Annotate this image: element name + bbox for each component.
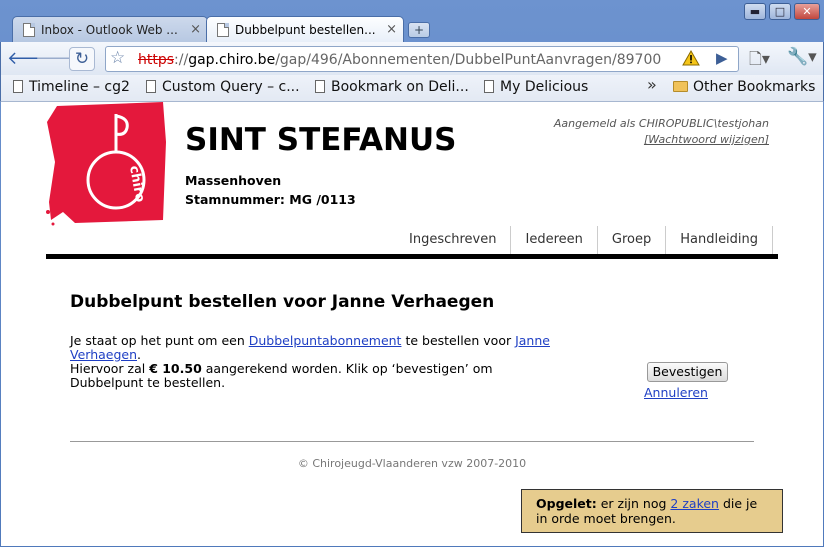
url-text[interactable]: https://gap.chiro.be/gap/496/Abonnemente…: [138, 52, 661, 68]
forward-arrow-icon[interactable]: 🡒: [35, 47, 83, 71]
issues-link[interactable]: 2 zaken: [670, 496, 719, 511]
close-tab-icon[interactable]: ×: [190, 22, 201, 37]
subscription-link[interactable]: Dubbelpuntabonnement: [249, 333, 402, 348]
address-bar[interactable]: ☆ https://gap.chiro.be/gap/496/Abonnemen…: [105, 46, 739, 72]
browser-window: Inbox - Outlook Web ... × Dubbelpunt bes…: [0, 0, 824, 547]
other-bookmarks[interactable]: Other Bookmarks: [673, 79, 815, 95]
folder-icon: [673, 81, 688, 92]
bookmark-label: Custom Query – c...: [162, 79, 300, 95]
change-password-link[interactable]: [Wachtwoord wijzigen]: [644, 133, 769, 146]
bookmark-item[interactable]: My Delicious: [484, 79, 588, 95]
main-nav: Ingeschreven Iedereen Groep Handleiding: [395, 226, 774, 254]
notice-label: Opgelet:: [536, 496, 597, 511]
text-part: .: [137, 347, 141, 362]
warning-icon[interactable]: [682, 50, 700, 66]
tab-dubbelpunt[interactable]: Dubbelpunt bestellen... ×: [206, 16, 404, 42]
page-icon: [315, 80, 325, 93]
tab-outlook[interactable]: Inbox - Outlook Web ... ×: [12, 16, 208, 42]
footer-copyright: © Chirojeugd-Vlaanderen vzw 2007-2010: [297, 457, 527, 470]
tab-label: Inbox - Outlook Web ...: [41, 22, 178, 37]
page-icon: [217, 23, 229, 37]
star-icon[interactable]: ☆: [110, 48, 125, 68]
nav-groep[interactable]: Groep: [598, 226, 667, 254]
confirm-button[interactable]: Bevestigen: [647, 362, 728, 382]
tab-strip: Inbox - Outlook Web ... × Dubbelpunt bes…: [0, 0, 824, 42]
page-icon: [484, 80, 494, 93]
reload-icon[interactable]: ↻: [69, 47, 95, 71]
notice-text: er zijn nog: [596, 496, 671, 511]
bookmarks-bar: Timeline – cg2 Custom Query – c... Bookm…: [0, 75, 824, 102]
new-tab-button[interactable]: +: [408, 22, 430, 38]
page-menu-icon[interactable]: 🗋▾: [749, 48, 770, 75]
back-arrow-icon[interactable]: 🡐: [7, 47, 55, 71]
url-scheme: https: [138, 52, 175, 68]
site-title: SINT STEFANUS: [185, 122, 457, 158]
login-info: Aangemeld als CHIROPUBLIC\testjohan [Wac…: [554, 116, 769, 148]
nav-iedereen[interactable]: Iedereen: [511, 226, 598, 254]
bookmark-label: My Delicious: [500, 79, 589, 95]
notice-box: Opgelet: er zijn nog 2 zaken die je in o…: [521, 489, 783, 533]
tab-label: Dubbelpunt bestellen...: [235, 22, 376, 37]
bookmarks-overflow-icon[interactable]: »: [647, 75, 657, 94]
cancel-link[interactable]: Annuleren: [644, 385, 708, 400]
order-description: Je staat op het punt om een Dubbelpuntab…: [70, 334, 560, 390]
url-separator: ://: [174, 52, 189, 68]
text-part: Je staat op het punt om een: [70, 333, 249, 348]
text-part: Hiervoor zal: [70, 361, 150, 376]
group-info: Massenhoven Stamnummer: MG /0113: [185, 171, 356, 209]
maximize-button[interactable]: □: [769, 3, 791, 20]
bookmark-label: Timeline – cg2: [29, 79, 130, 95]
page-heading: Dubbelpunt bestellen voor Janne Verhaege…: [70, 292, 495, 312]
url-path: /gap/496/Abonnementen/DubbelPuntAanvrage…: [275, 52, 662, 68]
group-location: Massenhoven: [185, 173, 282, 188]
close-tab-icon[interactable]: ×: [386, 22, 397, 37]
page-icon: [23, 23, 35, 37]
bookmark-label: Bookmark on Deli...: [331, 79, 469, 95]
page-content: chiro SINT STEFANUS Massenhoven Stamnumm…: [1, 102, 823, 546]
nav-handleiding[interactable]: Handleiding: [666, 226, 774, 254]
page-icon: [146, 80, 156, 93]
text-part: te bestellen voor: [401, 333, 516, 348]
price-amount: € 10.50: [149, 361, 202, 376]
window-close-button[interactable]: ✕: [794, 3, 820, 20]
go-arrow-icon[interactable]: ▶: [716, 49, 728, 67]
bookmark-item[interactable]: Bookmark on Deli...: [315, 79, 469, 95]
nav-ingeschreven[interactable]: Ingeschreven: [395, 226, 512, 254]
wrench-icon[interactable]: 🔧▾: [787, 47, 817, 67]
bookmark-item[interactable]: Timeline – cg2: [13, 79, 130, 95]
browser-toolbar: 🡐 🡒 ↻ ☆ https://gap.chiro.be/gap/496/Abo…: [0, 42, 824, 75]
group-number: Stamnummer: MG /0113: [185, 192, 356, 207]
bookmark-item[interactable]: Custom Query – c...: [146, 79, 300, 95]
chiro-logo: chiro: [46, 102, 166, 226]
logged-in-as: Aangemeld als CHIROPUBLIC\testjohan: [553, 117, 769, 130]
footer-divider: [70, 441, 754, 442]
other-bookmarks-label: Other Bookmarks: [693, 79, 816, 95]
page-icon: [13, 80, 23, 93]
url-host: gap.chiro.be: [188, 52, 276, 68]
minimize-button[interactable]: ▬: [744, 3, 766, 20]
nav-divider: [46, 254, 778, 259]
